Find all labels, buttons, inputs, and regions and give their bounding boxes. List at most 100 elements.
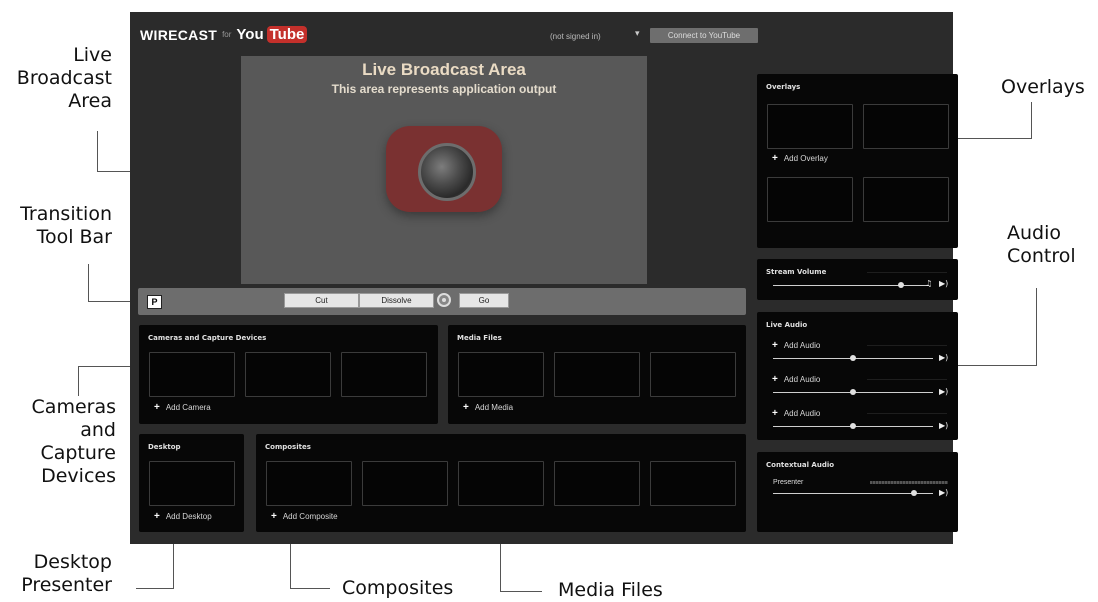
media-files-panel: Media Files + Add Media: [448, 325, 746, 424]
composite-slot[interactable]: [458, 461, 544, 506]
add-overlay-button[interactable]: + Add Overlay: [772, 153, 828, 164]
add-audio-button[interactable]: + Add Audio: [772, 340, 820, 351]
dissolve-button[interactable]: Dissolve: [359, 293, 434, 308]
plus-icon: +: [772, 153, 778, 164]
header-rule: [867, 379, 947, 380]
live-audio-title: Live Audio: [766, 321, 808, 329]
callout-line: Desktop: [33, 551, 112, 573]
plus-icon: +: [154, 511, 160, 522]
callout-overlays: Overlays: [1001, 76, 1085, 98]
speaker-icon[interactable]: ▶): [939, 353, 948, 362]
add-media-button[interactable]: + Add Media: [463, 402, 513, 413]
plus-icon: +: [154, 402, 160, 413]
preview-p-button[interactable]: P: [147, 295, 162, 309]
add-composite-button[interactable]: + Add Composite: [271, 511, 338, 522]
contextual-audio-panel: Contextual Audio Presenter ▶): [757, 452, 958, 532]
stream-volume-panel: Stream Volume ♫ ▶): [757, 259, 958, 300]
wirecast-youtube-logo: WIRECAST for You Tube: [140, 26, 308, 43]
stream-volume-title: Stream Volume: [766, 268, 827, 276]
live-area-subtitle: This area represents application output: [331, 82, 557, 96]
add-audio-button[interactable]: + Add Audio: [772, 408, 820, 419]
add-audio-label: Add Audio: [783, 341, 821, 350]
header-rule: [867, 272, 947, 273]
leader-line: [1036, 288, 1037, 366]
connect-to-youtube-button[interactable]: Connect to YouTube: [650, 28, 758, 43]
overlay-slot[interactable]: [767, 104, 853, 149]
transition-tool-bar: P Cut Dissolve Go: [138, 288, 746, 315]
presenter-slider[interactable]: [773, 490, 933, 496]
live-audio-slider[interactable]: [773, 355, 933, 361]
plus-icon: +: [772, 374, 778, 385]
add-audio-label: Add Audio: [783, 375, 821, 384]
transition-settings-icon[interactable]: [437, 293, 451, 307]
go-button[interactable]: Go: [459, 293, 509, 308]
overlays-panel: Overlays + Add Overlay: [757, 74, 958, 248]
slider-knob[interactable]: [850, 389, 856, 395]
callout-line: Devices: [41, 465, 116, 487]
add-audio-label: Add Audio: [783, 409, 821, 418]
leader-line: [136, 588, 174, 589]
cameras-panel: Cameras and Capture Devices + Add Camera: [139, 325, 438, 424]
logo-tube: Tube: [266, 26, 308, 43]
slider-knob[interactable]: [910, 490, 917, 496]
media-slot[interactable]: [458, 352, 544, 397]
composites-panel: Composites + Add Composite: [256, 434, 746, 532]
overlay-slot[interactable]: [863, 177, 949, 222]
speaker-icon[interactable]: ▶): [939, 387, 948, 396]
overlay-slot[interactable]: [863, 104, 949, 149]
add-camera-button[interactable]: + Add Camera: [154, 402, 211, 413]
add-media-label: Add Media: [474, 403, 514, 412]
callout-transition-tool-bar: Transition Tool Bar: [0, 203, 112, 249]
composite-slot[interactable]: [266, 461, 352, 506]
callout-line: Tool Bar: [36, 226, 112, 248]
cut-button[interactable]: Cut: [284, 293, 359, 308]
slider-knob[interactable]: [850, 355, 856, 361]
callout-line: Broadcast: [16, 67, 112, 89]
add-desktop-button[interactable]: + Add Desktop: [154, 511, 212, 522]
camera-slot[interactable]: [341, 352, 427, 397]
callout-composites: Composites: [342, 577, 454, 599]
leader-line: [78, 366, 79, 396]
header-rule: [867, 413, 947, 414]
desktop-slot[interactable]: [149, 461, 235, 506]
plus-icon: +: [463, 402, 469, 413]
live-audio-slider[interactable]: [773, 389, 933, 395]
speaker-icon[interactable]: ▶): [939, 421, 948, 430]
leader-line: [1031, 102, 1032, 139]
callout-line: Audio: [1007, 222, 1062, 244]
callout-line: Presenter: [21, 574, 112, 596]
live-broadcast-area: Live Broadcast Area This area represents…: [241, 56, 647, 284]
leader-line: [500, 591, 542, 592]
callout-line: Area: [68, 90, 112, 112]
wirecast-app-window: WIRECAST for You Tube (not signed in) ▾ …: [130, 12, 958, 544]
media-slot[interactable]: [554, 352, 640, 397]
live-area-title: Live Broadcast Area: [362, 60, 526, 79]
media-slot[interactable]: [650, 352, 736, 397]
speaker-icon[interactable]: ▶): [939, 488, 948, 497]
plus-icon: +: [772, 340, 778, 351]
slider-knob[interactable]: [850, 423, 856, 429]
presenter-level-meter: [870, 481, 948, 484]
slider-knob[interactable]: [897, 282, 904, 288]
callout-media-files: Media Files: [558, 579, 663, 601]
headphones-icon[interactable]: ♫: [925, 279, 932, 288]
leader-line: [290, 588, 330, 589]
plus-icon: +: [271, 511, 277, 522]
camera-slot[interactable]: [149, 352, 235, 397]
webcam-icon: [386, 126, 502, 212]
composite-slot[interactable]: [362, 461, 448, 506]
live-audio-slider[interactable]: [773, 423, 933, 429]
callout-line: and: [80, 419, 116, 441]
camera-slot[interactable]: [245, 352, 331, 397]
stream-volume-slider[interactable]: [773, 282, 929, 288]
speaker-icon[interactable]: ▶): [939, 279, 948, 288]
composite-slot[interactable]: [554, 461, 640, 506]
composite-slot[interactable]: [650, 461, 736, 506]
callout-desktop-presenter: Desktop Presenter: [0, 551, 112, 597]
overlay-slot[interactable]: [767, 177, 853, 222]
add-audio-button[interactable]: + Add Audio: [772, 374, 820, 385]
add-composite-label: Add Composite: [282, 512, 338, 521]
chevron-down-icon[interactable]: ▾: [635, 29, 640, 39]
add-overlay-label: Add Overlay: [783, 154, 828, 163]
leader-line: [97, 131, 98, 171]
